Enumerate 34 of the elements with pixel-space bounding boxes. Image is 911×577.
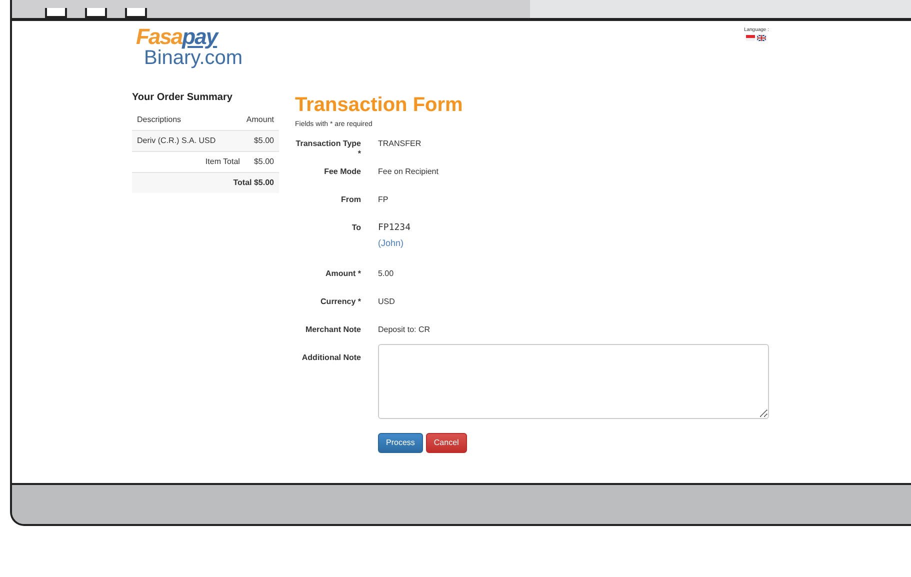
field-label: To: [350, 223, 361, 233]
column-header: Descriptions: [137, 114, 182, 126]
summary-label: Item Total: [205, 156, 240, 168]
column-header: Amount: [246, 114, 274, 126]
field-value: Fee on Recipient: [378, 167, 438, 177]
field-value: USD: [378, 297, 395, 307]
window-control-icon[interactable]: [125, 8, 147, 18]
fasapay-binary-logo: Fasapay Binary.com: [135, 26, 243, 71]
additional-note-field[interactable]: [378, 344, 769, 419]
window-control-icon[interactable]: [45, 8, 67, 18]
summary-total: Total $5.00: [233, 177, 274, 189]
field-value: Deposit to: CR: [378, 325, 430, 335]
field-value: FP: [378, 195, 388, 205]
field-value: FP1234: [378, 223, 411, 234]
window-control-icon[interactable]: [85, 8, 107, 18]
order-summary-title: Your Order Summary: [132, 92, 234, 104]
flag-icon[interactable]: [757, 35, 766, 41]
form-title: Transaction Form: [295, 93, 464, 117]
process-button[interactable]: Process: [378, 433, 423, 453]
field-value: 5.00: [378, 269, 394, 279]
field-label: Amount *: [324, 269, 361, 279]
summary-amount: $5.00: [254, 135, 274, 147]
field-label: Additional Note: [300, 353, 361, 363]
recipient-name-link[interactable]: (John): [378, 238, 411, 249]
field-label: Fee Mode: [323, 167, 361, 177]
field-label: Transaction Type *: [295, 139, 361, 159]
summary-amount: $5.00: [254, 156, 274, 168]
summary-label: Deriv (C.R.) S.A. USD: [137, 135, 216, 147]
field-label: From: [340, 195, 361, 205]
field-label: Currency *: [320, 297, 361, 307]
cancel-button[interactable]: Cancel: [426, 433, 467, 453]
field-value: TRANSFER: [378, 139, 422, 149]
flag-icon[interactable]: [746, 35, 756, 41]
field-label: Merchant Note: [304, 325, 361, 335]
